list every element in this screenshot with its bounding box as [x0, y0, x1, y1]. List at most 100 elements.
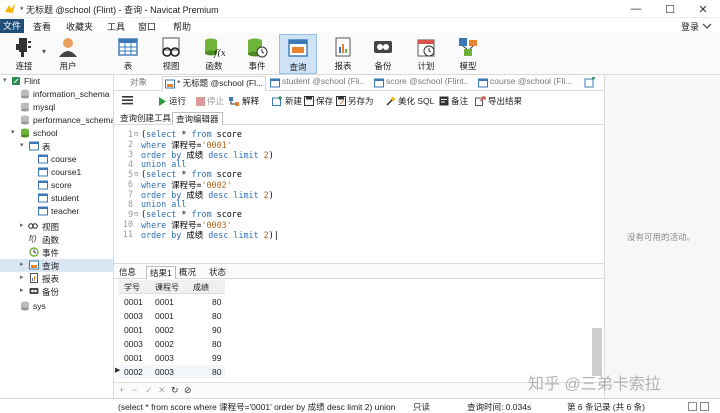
stop-button[interactable]: 停止 — [196, 95, 224, 107]
apply-icon[interactable]: ✓ — [145, 385, 153, 396]
view-button[interactable]: 视图 — [152, 34, 190, 74]
chevron-down-icon[interactable]: ▾ — [11, 128, 15, 136]
tree-item-school[interactable]: ▾ school — [0, 127, 113, 140]
tree-item-course[interactable]: course — [0, 153, 113, 166]
tree-item-flint[interactable]: ▾ Flint — [0, 75, 113, 88]
add-record-icon[interactable]: + — [119, 385, 124, 395]
menu-file[interactable]: 文件 — [0, 19, 25, 33]
user-button[interactable]: 用户 — [49, 34, 87, 74]
tree-item-performance-schema[interactable]: performance_schema — [0, 114, 113, 127]
cell[interactable]: 0003 — [124, 311, 143, 321]
grid-view-icon[interactable] — [688, 402, 697, 411]
fold-icon[interactable]: ⊟ — [134, 130, 138, 138]
table-row[interactable]: ▶ 0002 0003 80 — [115, 365, 225, 379]
chevron-down-icon[interactable] — [700, 21, 714, 31]
tree-item-information-schema[interactable]: information_schema — [0, 88, 113, 101]
tab-student[interactable]: student @school (Fli... — [268, 76, 364, 91]
menu-view[interactable]: 查看 — [33, 20, 51, 33]
form-view-icon[interactable] — [700, 402, 709, 411]
cell[interactable]: 0003 — [124, 339, 143, 349]
tab-result1[interactable]: 结果1 — [146, 266, 176, 279]
tree-item-tables[interactable]: ▾ 表 — [0, 140, 113, 153]
tree-item-student[interactable]: student — [0, 192, 113, 205]
column-header[interactable]: 课程号 — [155, 282, 179, 293]
tree-item-course1[interactable]: course1 — [0, 166, 113, 179]
table-row[interactable]: 0003 0001 80 — [119, 309, 225, 323]
table-row[interactable]: 0001 0001 80 — [119, 295, 225, 309]
chevron-right-icon[interactable]: ▸ — [20, 286, 24, 294]
cell[interactable]: 90 — [212, 325, 221, 335]
refresh-icon[interactable]: ↻ — [171, 385, 179, 396]
cell[interactable]: 0001 — [155, 297, 174, 307]
tab-course[interactable]: course @school (Fli... — [476, 76, 572, 91]
close-button[interactable]: ✕ — [686, 0, 720, 18]
function-button[interactable]: f(x) 函数 — [195, 34, 233, 74]
query-button[interactable]: 查询 — [279, 34, 317, 74]
tree-item-reports[interactable]: ▸ 报表 — [0, 272, 113, 285]
cell[interactable]: 0003 — [155, 353, 174, 363]
table-row[interactable]: 0003 0002 80 — [119, 337, 225, 351]
cell[interactable]: 0002 — [155, 325, 174, 335]
discard-icon[interactable]: ✕ — [158, 385, 166, 396]
result-grid[interactable]: 学号 课程号 成绩 0001 0001 80 0003 0001 80 0001… — [114, 280, 604, 380]
cell[interactable]: 0002 — [155, 339, 174, 349]
backup-button[interactable]: 备份 — [364, 34, 402, 74]
tab-info[interactable]: 信息 — [116, 266, 139, 279]
tree-item-queries[interactable]: ▸ 查询 — [0, 259, 113, 272]
minimize-button[interactable]: — — [619, 0, 653, 18]
cell[interactable]: 0001 — [124, 353, 143, 363]
cell[interactable]: 0003 — [155, 367, 174, 377]
save-button[interactable]: 保存 — [304, 95, 333, 107]
chevron-right-icon[interactable]: ▸ — [20, 221, 24, 229]
tree-item-mysql[interactable]: mysql — [0, 101, 113, 114]
connection-dropdown-icon[interactable]: ▾ — [42, 47, 46, 56]
menu-hamburger-icon[interactable] — [122, 95, 133, 105]
column-header[interactable]: 学号 — [124, 282, 140, 293]
login-link[interactable]: 登录 — [681, 20, 699, 33]
cell[interactable]: 0001 — [124, 325, 143, 335]
table-row[interactable]: 0001 0002 90 — [119, 323, 225, 337]
model-button[interactable]: 模型 — [449, 34, 487, 74]
cell[interactable]: 0001 — [155, 311, 174, 321]
chevron-right-icon[interactable]: ▸ — [20, 273, 24, 281]
menu-help[interactable]: 帮助 — [173, 20, 191, 33]
vertical-scrollbar[interactable] — [592, 328, 602, 376]
tree-item-backups[interactable]: ▸ 备份 — [0, 285, 113, 298]
tab-status[interactable]: 状态 — [206, 266, 229, 279]
column-header[interactable]: 成绩 — [193, 282, 209, 293]
tree-item-score[interactable]: score — [0, 179, 113, 192]
report-button[interactable]: 报表 — [324, 34, 362, 74]
menu-favorites[interactable]: 收藏夹 — [66, 20, 93, 33]
cell[interactable]: 80 — [212, 367, 221, 377]
sql-editor[interactable]: 1 ⊟ (select * from score 2 where 课程号='000… — [114, 126, 604, 262]
tab-query-builder[interactable]: 查询创建工具 — [117, 112, 174, 125]
table-row[interactable]: 0001 0003 99 — [119, 351, 225, 365]
cell[interactable]: 0001 — [124, 297, 143, 307]
cell[interactable]: 80 — [212, 311, 221, 321]
tab-profile[interactable]: 概况 — [176, 266, 199, 279]
tab-query-editor[interactable]: 查询编辑器 — [172, 112, 223, 125]
chevron-right-icon[interactable]: ▸ — [20, 260, 24, 268]
chevron-down-icon[interactable]: ▾ — [20, 141, 24, 149]
maximize-button[interactable]: ☐ — [653, 0, 687, 18]
beautify-sql-button[interactable]: 美化 SQL — [386, 95, 434, 107]
table-button[interactable]: 表 — [109, 34, 147, 74]
cell[interactable]: 0002 — [124, 367, 143, 377]
tree-item-teacher[interactable]: teacher — [0, 205, 113, 218]
comment-button[interactable]: 备注 — [439, 95, 468, 107]
run-button[interactable]: 运行 — [158, 95, 186, 107]
tree-item-functions[interactable]: f() 函数 — [0, 233, 113, 246]
tab-untitled-query[interactable]: * 无标题 @school (Fl... — [162, 76, 266, 91]
explain-button[interactable]: 解释 — [229, 95, 259, 107]
schedule-button[interactable]: 计划 — [407, 34, 445, 74]
fold-icon[interactable]: ⊟ — [134, 170, 138, 178]
tab-objects[interactable]: 对象 — [116, 76, 160, 91]
cell[interactable]: 99 — [212, 353, 221, 363]
new-button[interactable]: 新建 — [272, 95, 302, 107]
delete-record-icon[interactable]: − — [132, 385, 137, 395]
tab-score[interactable]: score @school (Flint... — [372, 76, 468, 91]
tree-item-events[interactable]: 事件 — [0, 246, 113, 259]
new-tab-icon[interactable] — [584, 77, 596, 89]
export-results-button[interactable]: 导出结果 — [475, 95, 522, 107]
event-button[interactable]: 事件 — [238, 34, 276, 74]
